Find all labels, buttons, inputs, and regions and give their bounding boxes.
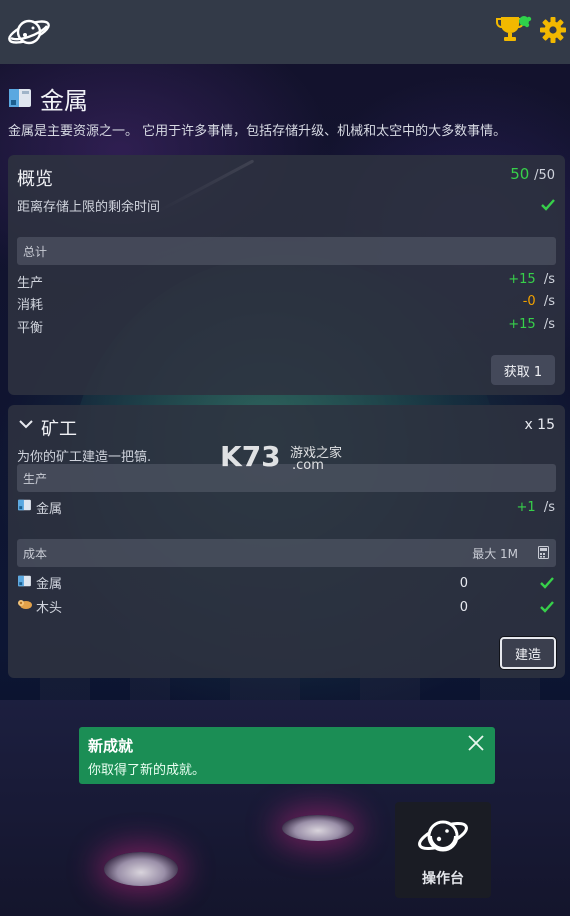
console-label: 操作台 <box>422 871 464 887</box>
wood-icon <box>18 600 32 609</box>
consumption-rate: -0 /s <box>523 294 555 309</box>
metal-icon <box>9 89 31 107</box>
storage-amount: 50 /50 <box>510 165 555 183</box>
calculator-icon[interactable] <box>538 546 549 559</box>
balance-label: 平衡 <box>17 321 44 336</box>
cost-item-value: 0 <box>459 576 468 591</box>
cost-section-header: 成本 最大 1M <box>17 539 556 567</box>
total-section-header: 总计 <box>17 237 556 265</box>
settings-gear-icon[interactable] <box>539 16 567 44</box>
cost-item-label: 金属 <box>36 577 63 592</box>
cost-item-value: 0 <box>459 600 468 615</box>
console-button[interactable]: 操作台 <box>395 802 491 898</box>
balance-rate: +15 /s <box>508 317 555 332</box>
production-section-label: 生产 <box>23 472 48 486</box>
glowing-rock <box>104 852 178 886</box>
production-item-label: 金属 <box>36 502 63 517</box>
check-icon <box>540 601 554 613</box>
consumption-value: -0 <box>522 294 536 309</box>
miner-title: 矿工 <box>41 419 77 440</box>
consumption-unit: /s <box>543 294 555 309</box>
production-item-rate: +1 /s <box>517 500 555 515</box>
production-label: 生产 <box>17 276 44 291</box>
build-button[interactable]: 建造 <box>500 637 556 669</box>
achievement-toast[interactable]: 新成就 你取得了新的成就。 <box>79 727 495 784</box>
metal-icon <box>18 499 31 511</box>
production-rate: +15 /s <box>508 272 555 287</box>
planet-logo-icon[interactable] <box>6 12 52 52</box>
resource-title: 金属 <box>40 86 88 115</box>
overview-title: 概览 <box>17 169 53 190</box>
miner-description: 为你的矿工建造一把镐. <box>17 450 152 465</box>
toast-message: 你取得了新的成就。 <box>88 763 206 778</box>
miner-count: x 15 <box>524 417 555 433</box>
cost-item-label: 木头 <box>36 601 63 616</box>
check-icon <box>540 577 554 589</box>
cost-label: 成本 <box>23 547 48 561</box>
check-icon <box>541 199 555 211</box>
max-label: 最大 1M <box>472 547 518 561</box>
toast-title: 新成就 <box>88 737 134 755</box>
resource-header: 金属 金属是主要资源之一。 它用于许多事情，包括存储升级、机械和太空中的大多数事… <box>8 80 564 140</box>
metal-icon <box>18 575 31 587</box>
trophy-icon[interactable] <box>496 14 532 44</box>
miner-panel: 矿工 x 15 为你的矿工建造一把镐. 生产 金属 +1 /s 成本 最大 1M… <box>8 405 565 678</box>
chevron-down-icon[interactable] <box>19 419 33 429</box>
time-to-full-label: 距离存储上限的剩余时间 <box>17 200 161 215</box>
top-bar <box>0 0 570 64</box>
production-value: +15 <box>508 272 536 287</box>
glowing-rock <box>282 815 354 841</box>
production-unit: /s <box>543 272 555 287</box>
resource-description: 金属是主要资源之一。 它用于许多事情，包括存储升级、机械和太空中的大多数事情。 <box>8 124 507 139</box>
balance-value: +15 <box>508 317 536 332</box>
obtain-button[interactable]: 获取 1 <box>491 355 555 385</box>
production-item-unit: /s <box>543 500 555 515</box>
planet-icon <box>418 820 468 852</box>
balance-unit: /s <box>543 317 555 332</box>
close-icon[interactable] <box>467 734 485 752</box>
production-section-header: 生产 <box>17 464 556 492</box>
production-item-value: +1 <box>516 500 536 515</box>
storage-current: 50 <box>510 165 530 183</box>
total-label: 总计 <box>23 245 48 259</box>
storage-capacity: /50 <box>534 168 555 183</box>
consumption-label: 消耗 <box>17 298 44 313</box>
overview-panel: 概览 50 /50 距离存储上限的剩余时间 总计 生产 +15 /s 消耗 -0… <box>8 155 565 395</box>
